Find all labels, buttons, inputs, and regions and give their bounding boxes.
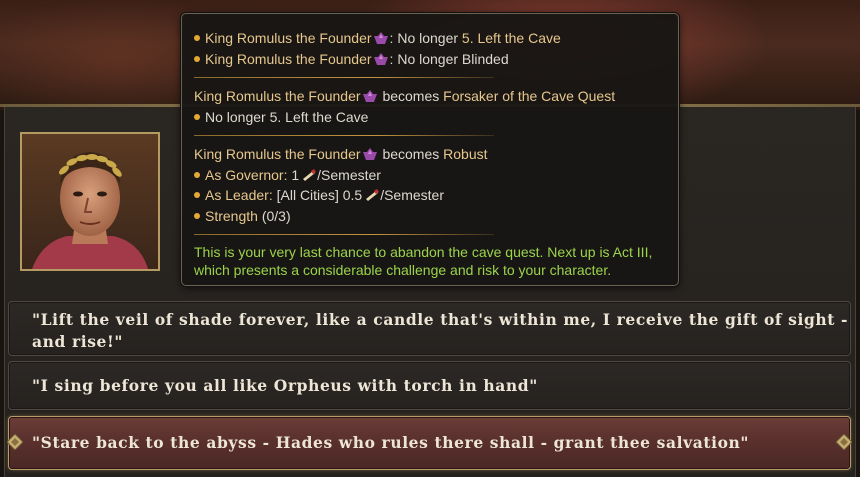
governor-label: As Governor: (205, 166, 288, 183)
leader-value: [All Cities] 0.5 (276, 187, 363, 203)
scroll-icon (303, 168, 317, 181)
character-name-link[interactable]: King Romulus the Founder (205, 30, 372, 46)
diamond-ornament-icon (836, 434, 852, 450)
tooltip-line: King Romulus the Founder becomes Robust (194, 144, 666, 165)
character-name-link[interactable]: King Romulus the Founder (205, 51, 372, 67)
tooltip-line: King Romulus the Founder becomes Forsake… (194, 86, 666, 107)
trait-link[interactable]: Robust (443, 146, 487, 162)
bullet-dot-icon (194, 35, 200, 41)
bullet-dot-icon (194, 212, 200, 219)
character-gem-icon (373, 32, 388, 44)
governor-value: 1 (291, 166, 300, 183)
character-gem-icon (373, 52, 388, 65)
tooltip-line: King Romulus the Founder: No longer 5. L… (194, 28, 666, 49)
section-divider (194, 234, 494, 235)
bullet-dot-icon (194, 55, 200, 62)
choice-label: "Stare back to the abyss - Hades who rul… (32, 433, 750, 452)
portrait-image (22, 134, 158, 269)
quest-step-text: 5. Left the Cave (461, 30, 561, 46)
section-divider (194, 135, 494, 136)
bullet-dot-icon (194, 192, 200, 198)
unit-text: /Semester (380, 187, 445, 203)
choice-button-2[interactable]: "I sing before you all like Orpheus with… (8, 361, 851, 410)
choice-button-1[interactable]: "Lift the veil of shade forever, like a … (8, 301, 851, 356)
effects-tooltip: King Romulus the Founder: No longer 5. L… (181, 13, 679, 286)
trait-link[interactable]: Forsaker of the Cave Quest (443, 88, 615, 104)
tooltip-line: Strength (0/3) (194, 206, 666, 227)
character-portrait[interactable] (20, 132, 160, 271)
choice-button-3-selected[interactable]: "Stare back to the abyss - Hades who rul… (7, 416, 852, 470)
tooltip-line: As Leader: [All Cities] 0.5/Semester (194, 185, 666, 206)
character-gem-icon (362, 90, 377, 102)
diamond-ornament-icon (7, 434, 23, 450)
character-gem-icon (362, 148, 377, 160)
line-text: No longer (393, 30, 462, 46)
line-text: No longer Blinded (393, 50, 509, 67)
section-divider (194, 77, 494, 78)
bullet-dot-icon (194, 113, 200, 120)
character-name-link[interactable]: King Romulus the Founder (194, 88, 361, 104)
scroll-icon (366, 189, 380, 201)
tooltip-line: No longer 5. Left the Cave (194, 107, 666, 128)
tooltip-line: King Romulus the Founder: No longer Blin… (194, 49, 666, 70)
strength-link[interactable]: Strength (205, 208, 258, 224)
character-name-link[interactable]: King Romulus the Founder (194, 146, 361, 162)
strength-value: (0/3) (261, 207, 291, 224)
verb-text: becomes (382, 146, 440, 162)
effect-text: No longer 5. Left the Cave (205, 108, 369, 125)
leader-label: As Leader: (205, 187, 273, 203)
verb-text: becomes (382, 88, 440, 104)
unit-text: /Semester (317, 166, 381, 183)
warning-note: This is your very last chance to abandon… (194, 244, 653, 278)
bullet-dot-icon (194, 171, 200, 178)
tooltip-line: As Governor: 1/Semester (194, 165, 666, 186)
